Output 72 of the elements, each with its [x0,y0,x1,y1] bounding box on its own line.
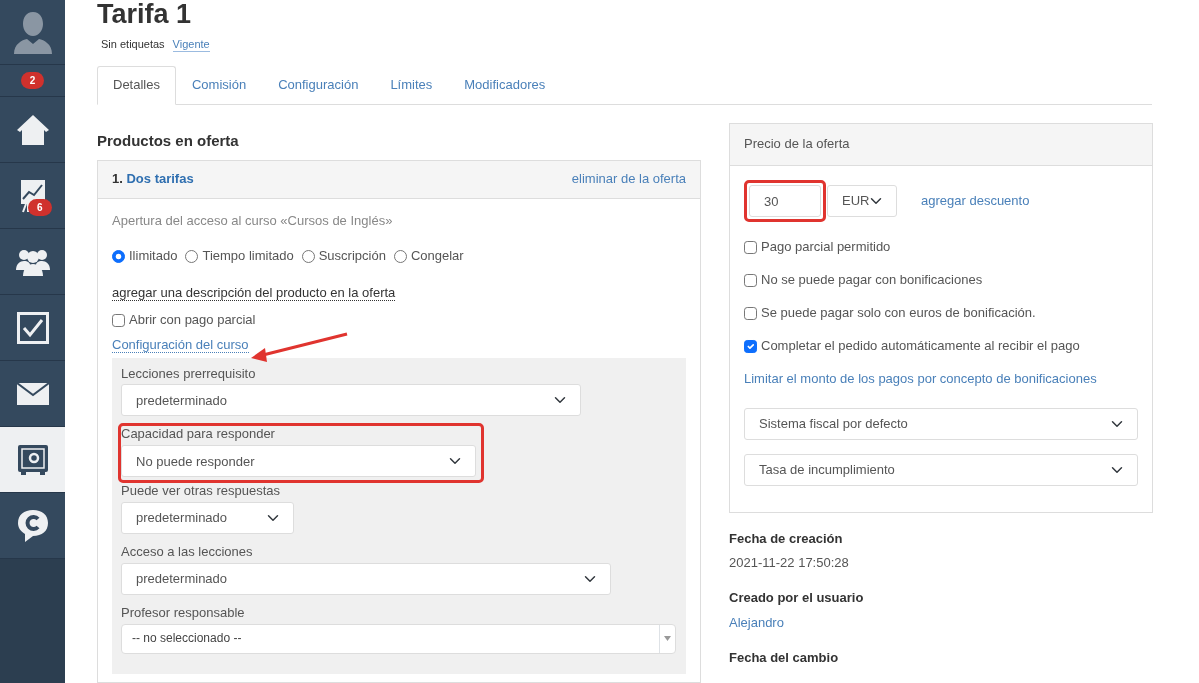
meta-label: Creado por el usuario [729,590,865,608]
meta-value: 2021-11-22 17:50:28 [729,555,850,573]
user-link[interactable]: Alejandro [729,615,1153,633]
select-field[interactable]: No puede responder [121,445,476,478]
radio-label: Ilimitado [129,247,178,265]
tab[interactable]: Modificadores [448,66,562,106]
chat-logo-icon [16,508,49,543]
sidebar-item[interactable] [0,229,65,295]
radio-button[interactable] [301,249,315,263]
checkbox-label: Pago parcial permitido [761,239,891,256]
checkbox[interactable] [744,273,757,287]
radio-button[interactable] [393,249,407,263]
sidebar-item[interactable] [0,361,65,427]
radio-label: Congelar [410,247,464,265]
page-title: Tarifa 1 [97,0,193,29]
panel-title: Precio de la oferta [730,124,1152,167]
sidebar-item[interactable]: 6 [0,163,65,229]
checkbox[interactable] [744,306,757,320]
price-input[interactable]: 30 [749,185,821,218]
sidebar-item[interactable] [0,493,65,559]
course-settings-link[interactable]: Configuración del curso [112,336,249,353]
select-field[interactable]: predeterminado [121,502,294,535]
select-field[interactable]: predeterminado [121,563,611,596]
mail-icon [16,382,49,405]
checkbox-icon [16,311,49,344]
checkbox[interactable] [744,241,757,254]
combo-field[interactable]: -- no seleccionado -- [121,624,676,654]
tab[interactable]: Configuración [262,66,375,106]
remove-link[interactable]: eliminar de la oferta [571,171,686,189]
radio-label: Tiempo limitado [202,247,294,265]
tags-label: Sin etiquetas [101,37,165,52]
avatar-icon [11,10,54,54]
radio-label: Suscripción [318,247,386,265]
section-heading: Productos en oferta [97,132,240,151]
field-label: Lecciones prerrequisito [121,365,257,383]
currency-select[interactable]: EUR [827,185,897,218]
meta-label: Fecha del cambio [729,650,840,667]
select-field[interactable]: Tasa de incumplimiento [744,453,1138,486]
sidebar-item[interactable] [0,97,65,163]
meta-label: Fecha de creación [729,530,844,548]
people-icon [15,247,50,276]
select-field[interactable]: Sistema fiscal por defecto [744,407,1138,440]
checkbox-label: Abrir con pago parcial [129,311,256,329]
checkbox-label: Completar el pedido automáticamente al recibir el pago [761,337,1080,355]
checkbox[interactable] [112,313,125,327]
sidebar-item[interactable] [0,427,65,493]
tab[interactable]: Límites [374,66,449,106]
tab[interactable]: Detalles [97,66,176,106]
count-badge: 6 [28,199,52,216]
checkbox-label: Se puede pagar solo con euros de bonificación. [761,304,1036,322]
field-label: Puede ver otras respuestas [121,483,281,501]
radio-button[interactable] [112,249,125,263]
access-text: Apertura del acceso al curso «Cursos de Inglés» [112,213,394,230]
field-label: Capacidad para responder [121,426,276,444]
field-label: Acceso a las lecciones [121,544,254,562]
description-link[interactable]: agregar una descripción del producto en la oferta [112,284,396,301]
radio-button[interactable] [185,249,199,263]
limit-link[interactable]: Limitar el monto de los pagos por concepto de bonificaciones [744,370,1138,388]
safe-icon [16,443,49,476]
home-icon [15,113,50,146]
sidebar-item[interactable]: 2 [0,65,65,97]
select-field[interactable]: predeterminado [121,384,581,417]
checkbox[interactable] [744,339,757,353]
sidebar-item[interactable] [0,295,65,361]
status-link[interactable]: Vigente [172,37,210,53]
offer-title: 1. Dos tarifas [112,171,194,189]
dropdown-triangle-icon [664,636,671,642]
checkbox-label: No se puede pagar con bonificaciones [761,271,983,289]
discount-link[interactable]: agregar descuento [921,192,1030,210]
field-label: Profesor responsable [121,605,246,622]
tab[interactable]: Comisión [175,66,263,106]
count-badge: 2 [20,72,45,89]
